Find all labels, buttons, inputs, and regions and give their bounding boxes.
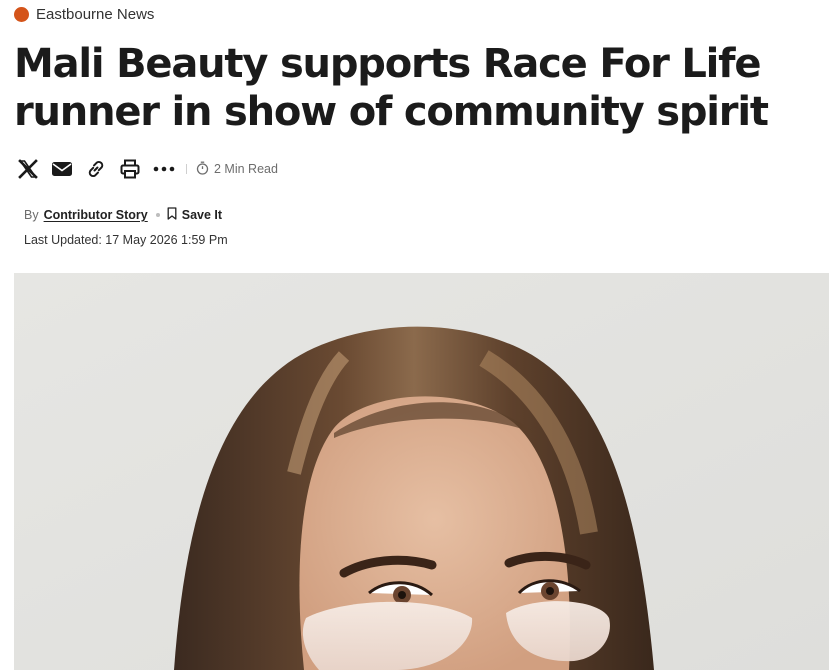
author-link[interactable]: Contributor Story bbox=[44, 208, 148, 222]
save-it-button[interactable]: Save It bbox=[167, 207, 222, 223]
section-dot-icon bbox=[14, 7, 29, 22]
section-tag[interactable]: Eastbourne News bbox=[14, 6, 154, 23]
timer-icon bbox=[196, 161, 209, 178]
article-headline: Mali Beauty supports Race For Life runne… bbox=[14, 40, 814, 136]
link-icon[interactable] bbox=[84, 157, 108, 181]
last-updated: Last Updated: 17 May 2026 1:59 Pm bbox=[24, 233, 228, 247]
share-bar: 2 Min Read bbox=[16, 156, 278, 182]
read-time: 2 Min Read bbox=[196, 161, 278, 178]
byline-separator bbox=[155, 213, 160, 217]
x-icon[interactable] bbox=[16, 157, 40, 181]
email-icon[interactable] bbox=[50, 157, 74, 181]
print-icon[interactable] bbox=[118, 157, 142, 181]
byline: By Contributor Story Save It bbox=[24, 207, 222, 223]
save-it-label: Save It bbox=[181, 208, 223, 222]
by-label: By bbox=[24, 208, 39, 222]
hero-image bbox=[14, 273, 829, 670]
share-divider bbox=[186, 164, 187, 174]
section-name[interactable]: Eastbourne News bbox=[36, 6, 154, 23]
read-time-label: 2 Min Read bbox=[214, 162, 278, 176]
more-icon[interactable] bbox=[152, 157, 176, 181]
bookmark-icon bbox=[167, 207, 177, 223]
headline-line-1: Mali Beauty supports Race For Life bbox=[14, 41, 761, 87]
headline-line-2: runner in show of community spirit bbox=[14, 89, 769, 135]
